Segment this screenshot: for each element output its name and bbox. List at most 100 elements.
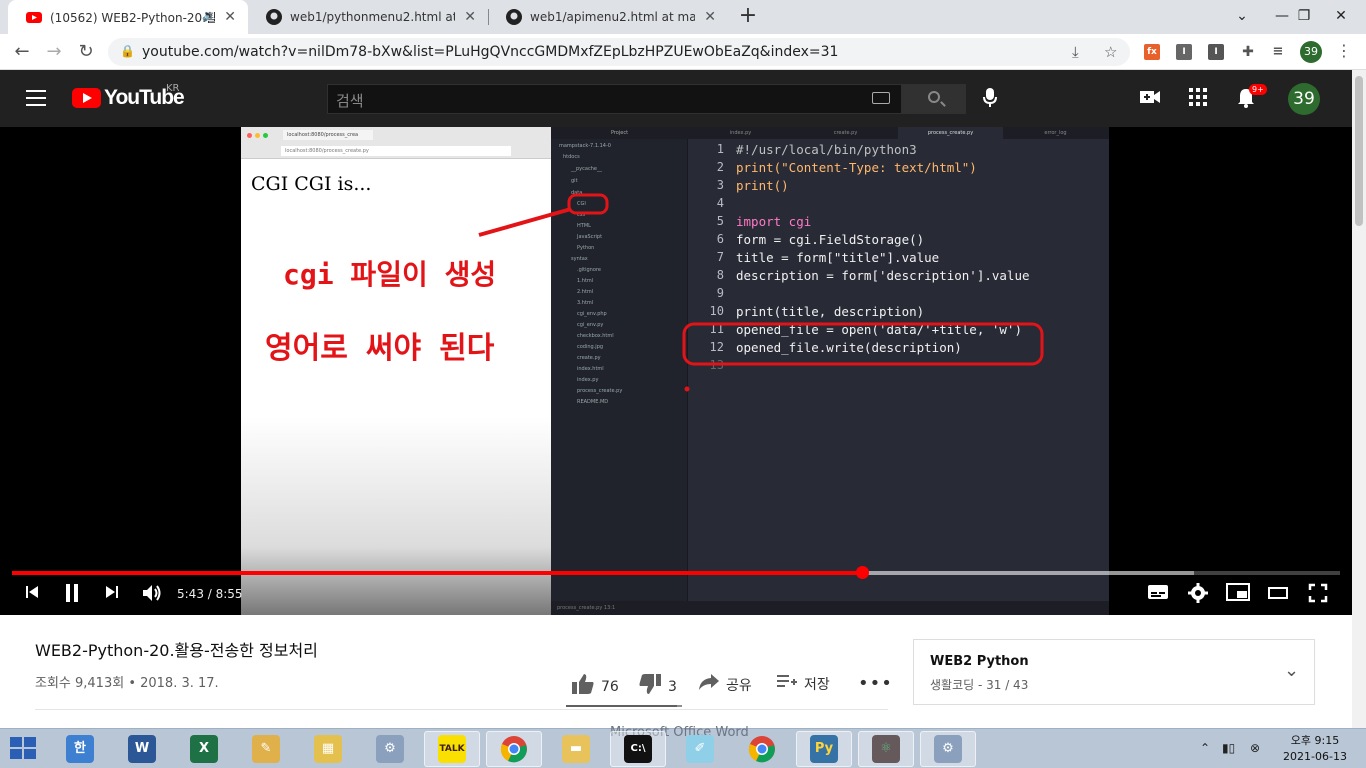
windows-taskbar: Microsoft Office Word 한 W X ✎ ▦ ⚙ TALK ▬… [0, 725, 1366, 768]
page-scrollbar[interactable] [1352, 70, 1366, 728]
python-icon[interactable]: Py [796, 731, 852, 767]
voice-search-mic-icon[interactable] [977, 87, 1003, 114]
bookmark-star-icon[interactable]: ☆ [1104, 43, 1117, 61]
chevron-down-icon[interactable]: ⌄ [1284, 660, 1299, 681]
like-count: 76 [601, 678, 619, 695]
playlist-subtitle: 생활코딩 - 31 / 43 [930, 678, 1029, 692]
explorer-icon[interactable]: ▦ [300, 731, 356, 767]
playlist-title[interactable]: WEB2 Python [930, 654, 1029, 669]
more-actions-icon[interactable]: ••• [858, 673, 893, 694]
extension-i-icon[interactable]: I [1176, 44, 1192, 60]
volume-muted-icon[interactable]: ⊗ [1250, 741, 1260, 755]
reload-button[interactable]: ↻ [74, 40, 98, 64]
youtube-logo-icon[interactable] [72, 88, 101, 108]
previous-video-icon[interactable] [22, 583, 42, 607]
browser-toolbar: ← → ↻ 🔒 youtube.com/watch?v=nilDm78-bXw&… [0, 34, 1366, 70]
browser-tab-youtube[interactable]: (10562) WEB2-Python-20.활 🔈 ✕ [8, 0, 248, 34]
like-button[interactable]: 76 [571, 673, 619, 700]
chrome-menu-icon[interactable]: ⋮ [1336, 41, 1352, 60]
github-favicon-icon [266, 9, 282, 25]
chrome-icon[interactable] [734, 731, 790, 767]
extensions-puzzle-icon[interactable]: ✚ [1240, 44, 1256, 60]
hangul-icon[interactable]: 한 [52, 731, 108, 767]
browser-tab-github-apimenu[interactable]: web1/apimenu2.html at main · ✕ [488, 0, 728, 34]
like-ratio-bar [566, 705, 682, 707]
video-player[interactable]: localhost:8080/process_crea localhost:80… [0, 127, 1352, 615]
region-code: KR [166, 83, 180, 94]
dislike-button[interactable]: 3 [638, 673, 677, 700]
extension-i2-icon[interactable]: I [1208, 44, 1224, 60]
windows-start-icon[interactable] [10, 737, 38, 761]
speaker-icon[interactable]: 🔈 [202, 9, 216, 22]
search-button[interactable] [902, 84, 966, 114]
subtitles-icon[interactable] [1146, 583, 1170, 607]
divider [35, 709, 888, 710]
close-tab-icon[interactable]: ✕ [464, 9, 476, 25]
next-video-icon[interactable] [102, 583, 122, 607]
atom-icon[interactable]: ⚛ [858, 731, 914, 767]
clock-time: 오후 9:15 [1290, 734, 1340, 747]
youtube-favicon-icon [26, 12, 42, 23]
fullscreen-icon[interactable] [1306, 583, 1330, 607]
settings-icon[interactable]: ⚙ [362, 731, 418, 767]
annotation-overlay [478, 193, 1044, 392]
video-meta: 조회수 9,413회 • 2018. 3. 17. [35, 676, 219, 691]
seek-bar[interactable] [12, 566, 1340, 579]
video-frame: localhost:8080/process_crea localhost:80… [241, 127, 1109, 615]
excel-icon[interactable]: X [176, 731, 232, 767]
thumbs-down-icon [638, 673, 662, 700]
back-button[interactable]: ← [10, 40, 34, 64]
scrollbar-thumb[interactable] [1355, 76, 1363, 226]
scrubber-handle[interactable] [855, 566, 869, 579]
create-video-icon[interactable] [1137, 87, 1163, 111]
close-tab-icon[interactable]: ✕ [224, 9, 236, 25]
paint-icon[interactable]: ✎ [238, 731, 294, 767]
video-title: WEB2-Python-20.활용-전송한 정보처리 [35, 641, 318, 660]
time-display: 5:43 / 8:55 [177, 587, 243, 601]
chrome-icon[interactable] [486, 731, 542, 767]
save-button[interactable]: 저장 [776, 673, 830, 694]
settings-gear-icon[interactable] [1186, 583, 1210, 607]
tab-title: web1/apimenu2.html at main · [530, 10, 695, 24]
chrome-profile-avatar[interactable]: 39 [1300, 41, 1322, 63]
share-label: 공유 [726, 677, 752, 694]
lock-icon[interactable]: 🔒 [120, 44, 135, 58]
share-button[interactable]: 공유 [698, 673, 752, 696]
kakaotalk-icon[interactable]: TALK [424, 731, 480, 767]
volume-icon[interactable] [140, 583, 164, 607]
hamburger-menu-icon[interactable] [26, 90, 46, 106]
apps-grid-icon[interactable] [1185, 87, 1211, 112]
folder-icon[interactable]: ▬ [548, 731, 604, 767]
notepad-icon[interactable]: ✐ [672, 731, 728, 767]
search-input[interactable]: 검색 [327, 84, 902, 114]
address-bar[interactable]: 🔒 youtube.com/watch?v=nilDm78-bXw&list=P… [108, 38, 1130, 66]
forward-button[interactable]: → [42, 40, 66, 64]
annotation-text: cgi 파일이 생성 [283, 258, 497, 291]
install-app-icon[interactable]: ⤓ [1072, 43, 1079, 61]
tab-search-icon[interactable]: ⌄ [1222, 2, 1262, 30]
settings-icon[interactable]: ⚙ [920, 731, 976, 767]
pause-button[interactable] [60, 583, 84, 607]
network-icon[interactable]: ▮▯ [1222, 741, 1235, 755]
close-window-button[interactable]: ✕ [1316, 2, 1366, 30]
playlist-panel[interactable]: WEB2 Python 생활코딩 - 31 / 43 ⌄ [913, 639, 1315, 705]
new-tab-button[interactable]: + [737, 4, 759, 30]
theater-mode-icon[interactable] [1266, 583, 1290, 607]
system-clock[interactable]: 오후 9:15 2021-06-13 [1280, 733, 1350, 765]
word-icon[interactable]: W [114, 731, 170, 767]
show-hidden-icons-icon[interactable]: ⌃ [1200, 741, 1210, 755]
media-control-icon[interactable]: ≡ [1270, 44, 1286, 60]
tab-title: web1/pythonmenu2.html at ma [290, 10, 455, 24]
miniplayer-icon[interactable] [1226, 583, 1250, 607]
keyboard-icon[interactable] [872, 92, 890, 104]
browser-tab-strip: (10562) WEB2-Python-20.활 🔈 ✕ web1/python… [0, 0, 1366, 34]
account-avatar[interactable]: 39 [1288, 83, 1320, 115]
like-ratio-fill [566, 705, 678, 707]
played-progress [12, 571, 862, 575]
close-tab-icon[interactable]: ✕ [704, 9, 716, 25]
extension-fx-icon[interactable]: fx [1144, 44, 1160, 60]
cmd-icon[interactable]: C:\ [610, 731, 666, 767]
add-to-playlist-icon [776, 673, 798, 694]
browser-tab-github-pythonmenu[interactable]: web1/pythonmenu2.html at ma ✕ [248, 0, 488, 34]
save-label: 저장 [804, 676, 830, 693]
